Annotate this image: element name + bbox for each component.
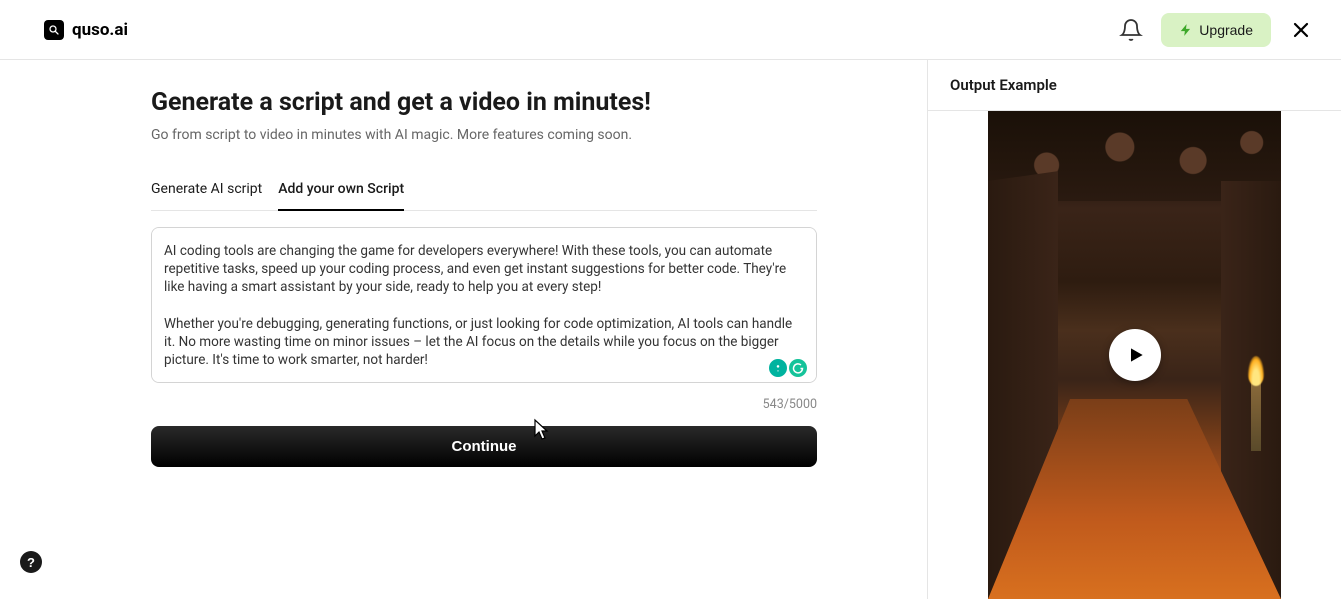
- upgrade-button[interactable]: Upgrade: [1161, 13, 1271, 47]
- play-icon: [1126, 345, 1146, 365]
- notifications-button[interactable]: [1119, 18, 1143, 42]
- tab-add-your-own-script[interactable]: Add your own Script: [278, 181, 404, 211]
- output-example-heading: Output Example: [928, 60, 1341, 111]
- close-icon: [1289, 18, 1313, 42]
- play-button[interactable]: [1109, 329, 1161, 381]
- video-thumbnail[interactable]: [988, 111, 1281, 599]
- tab-generate-ai-script[interactable]: Generate AI script: [151, 181, 262, 211]
- continue-button[interactable]: Continue: [151, 426, 817, 467]
- char-count: 543/5000: [151, 397, 817, 412]
- help-button[interactable]: ?: [20, 551, 42, 573]
- logo[interactable]: quso.ai: [44, 20, 128, 40]
- app-header: quso.ai Upgrade: [0, 0, 1341, 60]
- header-actions: Upgrade: [1119, 13, 1313, 47]
- bolt-icon: [1179, 23, 1193, 37]
- bell-icon: [1119, 18, 1143, 42]
- upgrade-label: Upgrade: [1199, 22, 1253, 38]
- assist-badge-icon[interactable]: [769, 359, 787, 377]
- close-button[interactable]: [1289, 18, 1313, 42]
- main-panel: Generate a script and get a video in min…: [0, 60, 927, 599]
- output-example-panel: Output Example: [927, 60, 1341, 599]
- grammarly-badge-icon[interactable]: [789, 359, 807, 377]
- page-title: Generate a script and get a video in min…: [151, 88, 867, 117]
- page-subtitle: Go from script to video in minutes with …: [151, 127, 867, 143]
- logo-text: quso.ai: [72, 20, 128, 40]
- video-preview-wrap: [928, 111, 1341, 599]
- script-textarea[interactable]: [151, 227, 817, 383]
- tabs: Generate AI script Add your own Script: [151, 181, 817, 211]
- logo-mark-icon: [44, 20, 64, 40]
- editor-badges: [769, 359, 807, 377]
